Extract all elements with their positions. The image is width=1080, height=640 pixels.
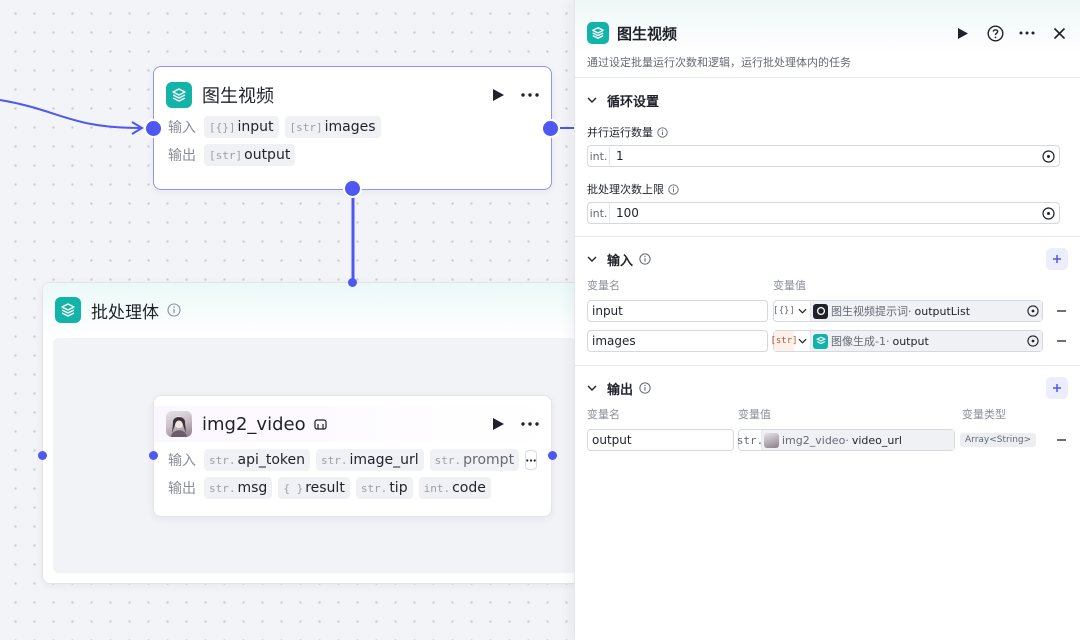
info-icon[interactable] [639,382,651,394]
variable-ref-icon[interactable] [1042,149,1055,163]
input-tag-image-url: str. image_url [316,449,424,471]
output-section-header[interactable]: 输出 [587,366,1068,410]
openai-logo-icon [813,303,828,319]
loop-section-title: 循环设置 [607,94,660,110]
output-tag-tip: str. tip [355,477,413,499]
port-in-plugin[interactable] [149,451,158,460]
add-input-button[interactable] [1046,248,1068,270]
parallel-count-label: 并行运行数量 [587,124,1068,140]
panel-more-button[interactable] [1018,24,1036,42]
more-button[interactable] [521,86,539,104]
input-column-headers: 变量名 变量值 [587,279,806,292]
input-label: 输入 [168,120,196,136]
input-tag-input: [{}] input [204,116,279,138]
settings-panel: 图生视频 通过设定批量运行次数和逻辑，运行批处理体内的任务 循环设置 并行运行数… [574,0,1080,640]
input-tag-images: [str] images [284,116,381,138]
panel-header: 图生视频 通过设定批量运行次数和逻辑，运行批处理体内的任务 [575,0,1080,78]
output-label: 输出 [168,148,196,164]
node-input-row: 输入 [{}] input [str] images [154,113,551,141]
run-button[interactable] [489,415,507,433]
input-value-ref[interactable]: [{}] 图生视频提示词 · outputList [773,300,1043,322]
node-header: img2_video [154,406,551,442]
layers-icon [166,82,192,108]
input-value-ref[interactable]: [str] 图像生成-1 · output [770,330,1043,352]
remove-input-button[interactable] [1054,340,1068,342]
panel-description: 通过设定批量运行次数和逻辑，运行批处理体内的任务 [587,56,851,69]
port-in-main[interactable] [146,121,161,136]
remove-input-button[interactable] [1054,310,1068,312]
output-label: 输出 [168,481,196,497]
variable-ref-icon[interactable] [1027,335,1039,347]
output-tag-result: { } result [278,477,350,499]
output-value-ref[interactable]: str. img2_video · video_url [737,429,955,451]
info-icon[interactable] [668,183,679,195]
loop-settings-section: 循环设置 并行运行数量 int. 1 批处理次数上限 int. 100 [575,78,1080,237]
info-icon[interactable] [657,126,668,138]
chevron-down-icon[interactable] [794,338,810,344]
port-out-main[interactable] [543,121,558,136]
output-tag-msg: str. msg [204,477,273,499]
input-name-field[interactable]: input [587,300,768,322]
input-label: 输入 [168,453,196,469]
close-icon[interactable] [1050,24,1068,42]
variable-ref-icon[interactable] [1042,206,1055,220]
more-inputs-button[interactable] [525,450,538,470]
node-header: 图生视频 [154,77,551,113]
input-tag-prompt: str. prompt [429,449,520,471]
batch-node-card[interactable]: 图生视频 输入 [{}] input [str] images 输出 [str] ou… [153,66,552,190]
input-row: images [str] 图像生成-1 · output [587,329,1068,353]
node-input-row: 输入 str. api_token str. image_url str. promp… [154,446,551,474]
run-button[interactable] [489,86,507,104]
input-row: input [{}] 图生视频提示词 · outputList [587,299,1068,323]
port-out-plugin[interactable] [548,451,557,460]
batch-title: 批处理体 [91,302,159,323]
output-type-badge: Array<String> [960,433,1037,447]
port-bottom-main[interactable] [345,181,360,196]
node-title: 图生视频 [202,86,274,107]
info-icon[interactable] [167,303,181,317]
info-icon[interactable] [639,253,651,265]
parallel-count-input[interactable]: int. 1 [587,145,1060,167]
output-tag-output: [str] output [204,144,296,166]
plugin-avatar [764,432,779,448]
port-batch-left[interactable] [38,451,47,460]
node-title: img2_video [202,413,306,435]
layers-icon [55,297,81,323]
layers-icon [587,22,609,44]
batch-limit-input[interactable]: int. 100 [587,202,1060,224]
help-icon[interactable] [986,24,1004,42]
chevron-down-icon [587,385,597,391]
more-button[interactable] [521,415,539,433]
batch-header: 批处理体 [43,283,601,337]
input-section-header[interactable]: 输入 [587,237,1068,281]
plugin-icon [313,418,327,431]
remove-output-button[interactable] [1054,439,1068,441]
input-tag-api-token: str. api_token [204,449,311,471]
chevron-down-icon [587,97,597,103]
batch-limit-label: 批处理次数上限 [587,181,1068,197]
output-section: 输出 变量名 变量值 变量类型 output str. img2_video · v… [575,366,1080,452]
variable-ref-icon[interactable] [1027,305,1039,317]
input-section: 输入 变量名 变量值 input [{}] 图生视频提示词 · outputList [575,237,1080,366]
input-name-field[interactable]: images [587,330,768,352]
plugin-node-card[interactable]: img2_video 输入 str. api_token str. image_ur… [153,395,552,517]
chevron-down-icon[interactable] [794,308,810,314]
layers-icon [813,333,828,349]
output-name-field[interactable]: output [587,429,734,451]
plugin-avatar [166,411,192,437]
output-column-headers: 变量名 变量值 变量类型 [587,408,1006,421]
loop-section-header[interactable]: 循环设置 [587,78,1068,122]
panel-run-button[interactable] [954,24,972,42]
chevron-down-icon [587,256,597,262]
output-row: output str. img2_video · video_url Array<S… [587,428,1068,452]
node-output-row: 输出 str. msg { } result str. tip int. code [154,474,551,502]
port-batch-top[interactable] [348,278,357,287]
output-section-title: 输出 [607,382,634,398]
input-section-title: 输入 [607,253,634,269]
panel-title: 图生视频 [617,24,678,43]
node-output-row: 输出 [str] output [154,141,551,169]
add-output-button[interactable] [1046,377,1068,399]
output-tag-code: int. code [418,477,491,499]
